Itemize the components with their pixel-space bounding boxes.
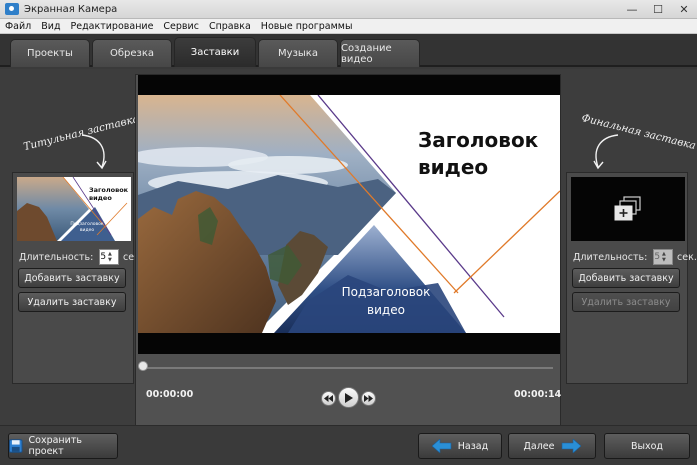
intro-duration-row: Длительность: 5 ▲ ▼ сек. (19, 248, 143, 266)
play-icon (345, 392, 353, 403)
tab-music[interactable]: Музыка (258, 39, 338, 67)
video-preview[interactable]: Заголовок видео Подзаголовок видео (138, 75, 560, 354)
thumb-title: Заголовок видео (89, 186, 129, 202)
exit-button[interactable]: Выход (604, 433, 690, 459)
curved-arrow-icon (81, 134, 107, 170)
tab-projects[interactable]: Проекты (10, 39, 90, 67)
intro-panel: Заголовок видео Подзаголовок видео Длите… (12, 172, 143, 384)
back-button[interactable]: Назад (418, 433, 502, 459)
remove-intro-button[interactable]: Удалить заставку (18, 292, 126, 312)
preview-subtitle-line2: видео (367, 303, 405, 317)
next-button[interactable]: Далее (508, 433, 596, 459)
outro-duration-stepper[interactable]: 5 ▲ ▼ (653, 249, 674, 265)
preview-title-line1: Заголовок (418, 128, 539, 152)
tab-intros[interactable]: Заставки (174, 37, 256, 67)
seek-handle[interactable] (138, 361, 148, 371)
arrow-right-icon (561, 439, 581, 453)
play-button[interactable] (338, 387, 359, 408)
duration-value: 5 (100, 252, 107, 262)
floppy-disk-icon (9, 439, 23, 453)
close-button[interactable]: ✕ (671, 0, 697, 19)
window-title: Экранная Камера (24, 3, 118, 15)
menu-service[interactable]: Сервис (158, 21, 204, 32)
outro-duration-row: Длительность: 5 ▲ ▼ сек. (573, 248, 697, 266)
rewind-button[interactable] (321, 391, 336, 406)
preview-panel: Заголовок видео Подзаголовок видео 00:00… (135, 74, 561, 426)
outro-thumbnail[interactable] (571, 177, 685, 241)
tab-strip: Проекты Обрезка Заставки Музыка Создание… (0, 34, 697, 67)
main-area: Титульная заставка Финальная заставка За… (0, 69, 697, 426)
current-time: 00:00:00 (146, 389, 194, 400)
back-label: Назад (457, 440, 489, 452)
stepper-down-icon[interactable]: ▼ (108, 257, 117, 263)
menu-edit[interactable]: Редактирование (66, 21, 159, 32)
tab-create-video[interactable]: Создание видео (340, 39, 420, 67)
tab-trim[interactable]: Обрезка (92, 39, 172, 67)
title-bar: Экранная Камера — ☐ ✕ (0, 0, 697, 19)
total-time: 00:00:14 (514, 389, 562, 400)
add-outro-button[interactable]: Добавить заставку (572, 268, 680, 288)
seek-bar[interactable] (143, 367, 553, 369)
menu-bar: Файл Вид Редактирование Сервис Справка Н… (0, 19, 697, 34)
rewind-icon (324, 395, 333, 402)
menu-help[interactable]: Справка (204, 21, 256, 32)
menu-file[interactable]: Файл (0, 21, 36, 32)
duration-unit: сек. (677, 251, 697, 263)
duration-label: Длительность: (19, 251, 94, 263)
preview-title-line2: видео (418, 155, 489, 179)
add-slides-icon[interactable] (612, 195, 644, 223)
duration-label: Длительность: (573, 251, 648, 263)
save-project-label: Сохранить проект (28, 435, 82, 457)
intro-thumbnail[interactable]: Заголовок видео Подзаголовок видео (17, 177, 131, 241)
save-project-button[interactable]: Сохранить проект (8, 433, 118, 459)
menu-view[interactable]: Вид (36, 21, 65, 32)
thumb-subtitle: Подзаголовок видео (70, 222, 104, 233)
remove-outro-button[interactable]: Удалить заставку (572, 292, 680, 312)
fast-forward-button[interactable] (361, 391, 376, 406)
preview-subtitle-line1: Подзаголовок (341, 285, 431, 299)
menu-new-programs[interactable]: Новые программы (256, 21, 358, 32)
app-camera-icon (5, 3, 19, 15)
add-intro-button[interactable]: Добавить заставку (18, 268, 126, 288)
bottom-bar: Сохранить проект Назад Далее Выход (0, 425, 697, 465)
fast-forward-icon (364, 395, 373, 402)
curved-arrow-icon (593, 134, 619, 170)
arrow-left-icon (431, 439, 452, 453)
minimize-button[interactable]: — (619, 0, 645, 19)
outro-panel: Длительность: 5 ▲ ▼ сек. Добавить заставк… (566, 172, 697, 384)
intro-duration-stepper[interactable]: 5 ▲ ▼ (99, 249, 120, 265)
duration-value: 5 (654, 252, 661, 262)
next-label: Далее (523, 440, 555, 452)
maximize-button[interactable]: ☐ (645, 0, 671, 19)
stepper-down-icon[interactable]: ▼ (662, 257, 671, 263)
video-frame: Заголовок видео Подзаголовок видео (138, 95, 560, 333)
